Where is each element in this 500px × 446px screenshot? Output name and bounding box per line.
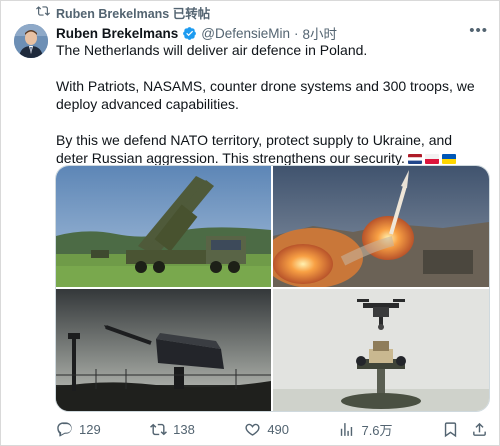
photo-patriot-launcher[interactable]: [56, 166, 271, 287]
flag-netherlands: [407, 154, 422, 164]
reply-count: 129: [79, 421, 101, 437]
heart-icon: [244, 421, 261, 438]
timestamp[interactable]: 8小时: [303, 23, 338, 43]
photo-missile-launch[interactable]: [273, 166, 489, 287]
repost-indicator[interactable]: Ruben Brekelmans 已转帖: [36, 4, 211, 21]
flag-ukraine: [441, 154, 456, 164]
reply-icon: [56, 421, 73, 438]
tweet-text: The Netherlands will deliver air defence…: [56, 41, 486, 167]
paragraph: By this we defend NATO territory, protec…: [56, 131, 486, 167]
author-handle[interactable]: @DefensieMin: [201, 26, 290, 41]
paragraph: The Netherlands will deliver air defence…: [56, 42, 368, 58]
repost-icon: [36, 4, 50, 21]
photo-counter-drone-system[interactable]: [273, 289, 489, 411]
retweet-icon: [150, 421, 168, 438]
more-icon[interactable]: •••: [469, 22, 488, 39]
tweet-header: Ruben Brekelmans @DefensieMin · 8小时: [56, 23, 338, 43]
views-count: 7.6万: [361, 422, 393, 438]
separator: ·: [294, 25, 299, 41]
repost-button[interactable]: 138: [150, 421, 195, 438]
share-icon[interactable]: [471, 421, 488, 438]
media-grid[interactable]: [55, 165, 490, 412]
repost-count: 138: [173, 421, 195, 437]
paragraph: With Patriots, NASAMS, counter drone sys…: [56, 78, 475, 112]
like-button[interactable]: 490: [244, 421, 289, 438]
views-icon: [338, 421, 355, 438]
flag-poland: [424, 154, 439, 164]
views-button[interactable]: 7.6万: [338, 420, 393, 439]
secondary-actions: [442, 421, 488, 438]
like-count: 490: [267, 421, 290, 437]
avatar[interactable]: [14, 24, 48, 58]
paragraph-text: By this we defend NATO territory, protec…: [56, 132, 453, 166]
action-bar: 129 138 490 7.6万: [56, 419, 488, 439]
photo-nasams-launcher[interactable]: [56, 289, 271, 411]
bookmark-icon[interactable]: [442, 421, 459, 438]
reply-button[interactable]: 129: [56, 421, 101, 438]
verified-badge-icon: [182, 26, 197, 41]
repost-label: Ruben Brekelmans 已转帖: [56, 6, 211, 21]
author-name[interactable]: Ruben Brekelmans: [56, 26, 178, 41]
